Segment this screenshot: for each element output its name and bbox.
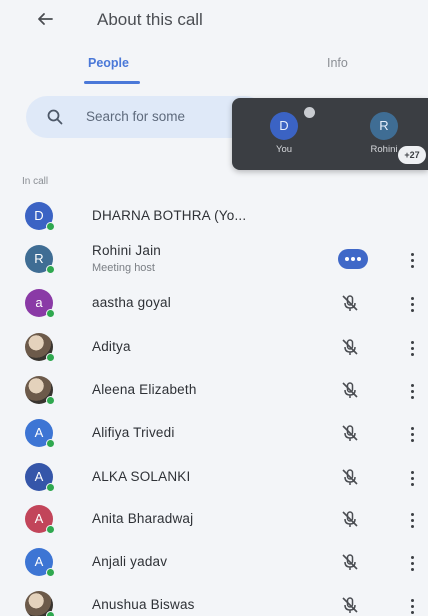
more-vert-icon[interactable] [406,509,418,531]
participant-name: DHARNA BOTHRA (Yo... [92,208,247,223]
online-status-dot [46,568,55,577]
speaking-indicator-icon [338,249,368,269]
participant-row[interactable]: Aleena Elizabeth [0,370,428,412]
participant-name: Rohini Jain [92,243,161,258]
tab-people[interactable]: People [88,56,129,70]
avatar [25,376,55,405]
more-vert-icon[interactable] [406,337,418,359]
participant-role: Meeting host [92,262,155,274]
page-title: About this call [97,10,203,29]
pip-avatar-you: D [270,112,298,140]
pip-tile-you[interactable]: D You [254,112,314,155]
more-vert-icon[interactable] [406,467,418,489]
participant-name: Aditya [92,339,131,354]
avatar: A [25,548,55,577]
search-placeholder: Search for some [86,109,186,124]
mic-off-icon[interactable] [340,293,360,313]
participant-name: Alifiya Trivedi [92,425,175,440]
avatar: R [25,245,55,274]
pip-name-you: You [275,144,293,155]
search-input[interactable]: Search for some [26,96,266,138]
avatar: A [25,505,55,534]
participant-row[interactable]: D DHARNA BOTHRA (Yo... [0,196,428,238]
participant-name: Anushua Biswas [92,597,195,612]
participant-row[interactable]: Aditya [0,327,428,369]
online-status-dot [46,309,55,318]
online-status-dot [46,222,55,231]
participant-row[interactable]: A Alifiya Trivedi [0,413,428,455]
avatar: A [25,419,55,448]
participant-name: Anita Bharadwaj [92,511,194,526]
mic-off-icon[interactable] [340,423,360,443]
search-icon [47,109,63,125]
mic-off-icon[interactable] [340,380,360,400]
online-status-dot [46,483,55,492]
active-tab-indicator [84,81,140,84]
arrow-left-icon-svg [38,13,53,25]
online-status-dot [46,265,55,274]
online-status-dot [46,396,55,405]
pip-avatar-rohini: R [370,112,398,140]
more-vert-icon[interactable] [406,423,418,445]
participant-row[interactable]: Anushua Biswas [0,585,428,616]
participant-name: ALKA SOLANKI [92,469,191,484]
participant-name: aastha goyal [92,295,171,310]
overflow-count-badge: +27 [398,146,426,164]
mic-off-icon[interactable] [340,595,360,615]
online-status-dot [46,611,55,616]
avatar [25,591,55,616]
pin-icon[interactable] [304,107,315,118]
avatar: A [25,463,55,492]
more-vert-icon[interactable] [406,293,418,315]
more-vert-icon[interactable] [406,552,418,574]
section-label-in-call: In call [22,176,49,187]
participant-row[interactable]: A Anita Bharadwaj [0,499,428,541]
top-bar: About this call [0,0,428,42]
avatar [25,333,55,362]
tab-bar: People Info [0,48,428,86]
more-vert-icon[interactable] [406,380,418,402]
avatar: D [25,202,55,231]
arrow-left-icon[interactable] [36,10,60,30]
online-status-dot [46,439,55,448]
mic-off-icon[interactable] [340,467,360,487]
participant-name: Aleena Elizabeth [92,382,197,397]
mic-off-icon[interactable] [340,509,360,529]
participant-row[interactable]: R Rohini Jain Meeting host [0,239,428,281]
online-status-dot [46,353,55,362]
participant-row[interactable]: A Anjali yadav [0,542,428,584]
more-vert-icon[interactable] [406,249,418,271]
participant-name: Anjali yadav [92,554,168,569]
online-status-dot [46,525,55,534]
more-vert-icon[interactable] [406,595,418,616]
mic-off-icon[interactable] [340,337,360,357]
mic-off-icon[interactable] [340,552,360,572]
participant-row[interactable]: A ALKA SOLANKI [0,457,428,499]
participant-row[interactable]: a aastha goyal [0,283,428,325]
avatar: a [25,289,55,318]
tab-info[interactable]: Info [327,56,348,70]
